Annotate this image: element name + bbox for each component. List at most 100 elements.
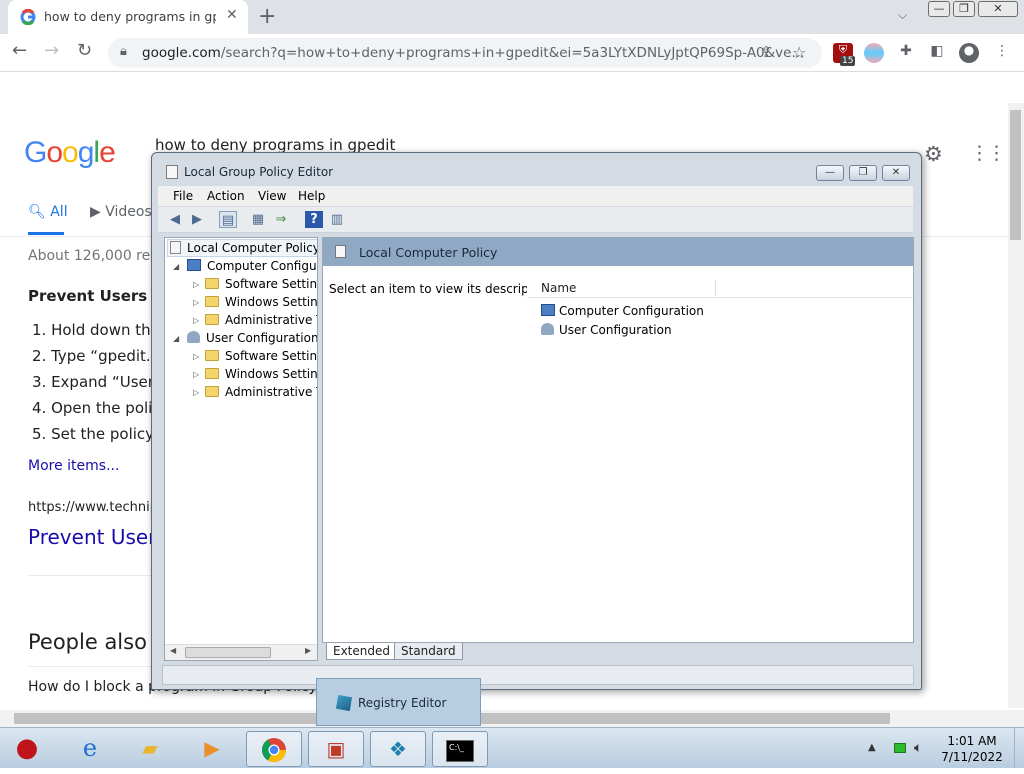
expand-triangle-icon[interactable]: ▷ bbox=[193, 388, 199, 397]
tree-node-admin-templates[interactable]: Administrative Te bbox=[205, 313, 317, 327]
result-url[interactable]: https://www.technip bbox=[28, 500, 158, 515]
menu-bar: File Action View Help bbox=[158, 186, 913, 206]
console-tree-icon[interactable]: ▥ bbox=[328, 211, 346, 228]
collapse-triangle-icon[interactable]: ◢ bbox=[173, 262, 179, 271]
popup-label: Registry Editor bbox=[358, 696, 447, 710]
details-pane: Local Computer Policy Select an item to … bbox=[322, 237, 914, 643]
menu-action[interactable]: Action bbox=[207, 189, 245, 203]
tab-videos[interactable]: ▶ Videos bbox=[90, 204, 152, 220]
network-icon[interactable] bbox=[894, 743, 906, 753]
url-text: google.com/search?q=how+to+deny+programs… bbox=[142, 45, 805, 61]
menu-help[interactable]: Help bbox=[298, 189, 325, 203]
show-desktop-button[interactable] bbox=[1014, 728, 1024, 768]
scroll-right-icon[interactable]: ▶ bbox=[305, 646, 311, 655]
tree-scroll-thumb[interactable] bbox=[185, 647, 271, 658]
command-prompt-taskbar-button[interactable]: C:\_ bbox=[432, 731, 488, 767]
address-bar[interactable]: 🔒︎ google.com/search?q=how+to+deny+progr… bbox=[108, 38, 822, 68]
column-divider[interactable] bbox=[715, 280, 716, 296]
tab-extended[interactable]: Extended bbox=[326, 643, 397, 660]
expand-triangle-icon[interactable]: ▷ bbox=[193, 352, 199, 361]
settings-gear-icon[interactable]: ⚙ bbox=[924, 142, 943, 166]
expand-triangle-icon[interactable]: ▷ bbox=[193, 298, 199, 307]
tree-node-user-windows-settings[interactable]: Windows Setting bbox=[205, 367, 317, 381]
list-item-computer-config[interactable]: Computer Configuration bbox=[541, 304, 704, 318]
file-explorer-icon[interactable]: ▰ bbox=[122, 731, 178, 767]
clock-time: 1:01 AM bbox=[947, 734, 997, 748]
tree-root-node[interactable]: Local Computer Policy bbox=[167, 239, 317, 257]
user-icon bbox=[541, 323, 554, 335]
start-button-angry-bird-icon[interactable]: ● bbox=[2, 731, 52, 767]
gpe-restore-button[interactable]: ❐ bbox=[849, 165, 877, 181]
properties-icon[interactable]: ▦ bbox=[249, 211, 267, 228]
close-tab-icon[interactable]: ✕ bbox=[226, 7, 238, 23]
view-tabs: Extended Standard bbox=[322, 643, 914, 661]
reload-icon[interactable]: ↻ bbox=[77, 40, 92, 61]
details-header: Local Computer Policy bbox=[323, 238, 913, 266]
forward-arrow-icon[interactable]: ▶ bbox=[188, 211, 206, 228]
menu-file[interactable]: File bbox=[173, 189, 193, 203]
extension-badge: 15 bbox=[840, 56, 856, 66]
export-list-icon[interactable]: ⇒ bbox=[272, 211, 290, 228]
chrome-taskbar-button[interactable] bbox=[246, 731, 302, 767]
back-arrow-icon[interactable]: ◀ bbox=[166, 211, 184, 228]
taskbar-clock[interactable]: 1:01 AM 7/11/2022 bbox=[936, 733, 1008, 765]
internet-explorer-icon[interactable]: e bbox=[62, 731, 118, 767]
windows-taskbar: ● e ▰ ▶ ▣ ❖ C:\_ ▲ 🔈︎ 1:01 AM 7/11/2022 bbox=[0, 727, 1024, 768]
extension-flag-icon[interactable] bbox=[864, 43, 884, 63]
tray-chevron-icon[interactable]: ▲ bbox=[868, 742, 876, 753]
tree-node-user-config[interactable]: User Configuration bbox=[187, 331, 317, 345]
column-name-header[interactable]: Name bbox=[541, 281, 576, 295]
extensions-puzzle-icon[interactable]: ✚ bbox=[896, 43, 916, 63]
taskbar-thumbnail-popup[interactable]: Registry Editor bbox=[316, 678, 481, 726]
expand-triangle-icon[interactable]: ▷ bbox=[193, 316, 199, 325]
menu-view[interactable]: View bbox=[258, 189, 286, 203]
tab-standard[interactable]: Standard bbox=[394, 643, 463, 660]
lock-icon: 🔒︎ bbox=[120, 44, 127, 59]
tree-node-software-settings[interactable]: Software Settings bbox=[205, 277, 317, 291]
menu-kebab-icon[interactable]: ⋮ bbox=[992, 43, 1012, 63]
tree-node-user-software-settings[interactable]: Software Settings bbox=[205, 349, 317, 363]
restore-button[interactable]: ❐ bbox=[953, 1, 975, 17]
result-title-link[interactable]: Prevent Users bbox=[28, 525, 167, 549]
minimize-button[interactable]: — bbox=[928, 1, 950, 17]
list-column-header: Name bbox=[527, 278, 913, 298]
profile-avatar-icon[interactable]: ● bbox=[959, 43, 979, 63]
scroll-left-icon[interactable]: ◀ bbox=[170, 646, 176, 655]
media-player-icon[interactable]: ▶ bbox=[184, 731, 240, 767]
browser-tab[interactable]: how to deny programs in gpedit ✕ bbox=[8, 0, 248, 34]
help-icon[interactable]: ? bbox=[305, 211, 323, 228]
page-scroll-thumb[interactable] bbox=[1010, 110, 1021, 240]
volume-speaker-icon[interactable]: 🔈︎ bbox=[914, 740, 922, 756]
tree-node-user-admin-templates[interactable]: Administrative Te bbox=[205, 385, 317, 399]
people-also-ask-heading: People also a bbox=[28, 630, 167, 654]
computer-icon bbox=[541, 304, 555, 316]
expand-triangle-icon[interactable]: ▷ bbox=[193, 280, 199, 289]
bookmark-star-icon[interactable]: ☆ bbox=[792, 43, 806, 62]
forward-arrow-icon[interactable]: → bbox=[44, 40, 59, 61]
list-item-user-config[interactable]: User Configuration bbox=[541, 323, 672, 337]
tab-all[interactable]: 🔍︎ All bbox=[28, 204, 68, 220]
share-icon[interactable]: ⇪ bbox=[760, 43, 773, 61]
tab-all-underline bbox=[28, 232, 64, 235]
tree-node-windows-settings[interactable]: Windows Setting bbox=[205, 295, 317, 309]
gpe-close-button[interactable]: ✕ bbox=[882, 165, 910, 181]
tab-search-chevron-icon[interactable]: ⌵ bbox=[898, 8, 907, 23]
toolbox-app-icon[interactable]: ▣ bbox=[308, 731, 364, 767]
tree-node-computer-config[interactable]: Computer Configura bbox=[187, 259, 317, 273]
collapse-triangle-icon[interactable]: ◢ bbox=[173, 334, 179, 343]
show-hide-tree-icon[interactable]: ▤ bbox=[219, 211, 237, 228]
clock-date: 7/11/2022 bbox=[941, 750, 1003, 764]
gpe-minimize-button[interactable]: — bbox=[816, 165, 844, 181]
side-panel-icon[interactable]: ◧ bbox=[927, 43, 947, 63]
google-logo[interactable]: Google bbox=[24, 136, 116, 170]
more-items-link[interactable]: More items... bbox=[28, 458, 119, 474]
back-arrow-icon[interactable]: ← bbox=[12, 40, 27, 61]
new-tab-button[interactable]: + bbox=[258, 4, 276, 29]
registry-editor-taskbar-icon[interactable]: ❖ bbox=[370, 731, 426, 767]
policy-doc-icon bbox=[166, 165, 178, 179]
close-window-button[interactable]: ✕ bbox=[978, 1, 1018, 17]
list-item: 4. Open the polic bbox=[32, 399, 161, 417]
divider bbox=[28, 666, 158, 667]
expand-triangle-icon[interactable]: ▷ bbox=[193, 370, 199, 379]
policy-doc-icon bbox=[335, 245, 346, 258]
